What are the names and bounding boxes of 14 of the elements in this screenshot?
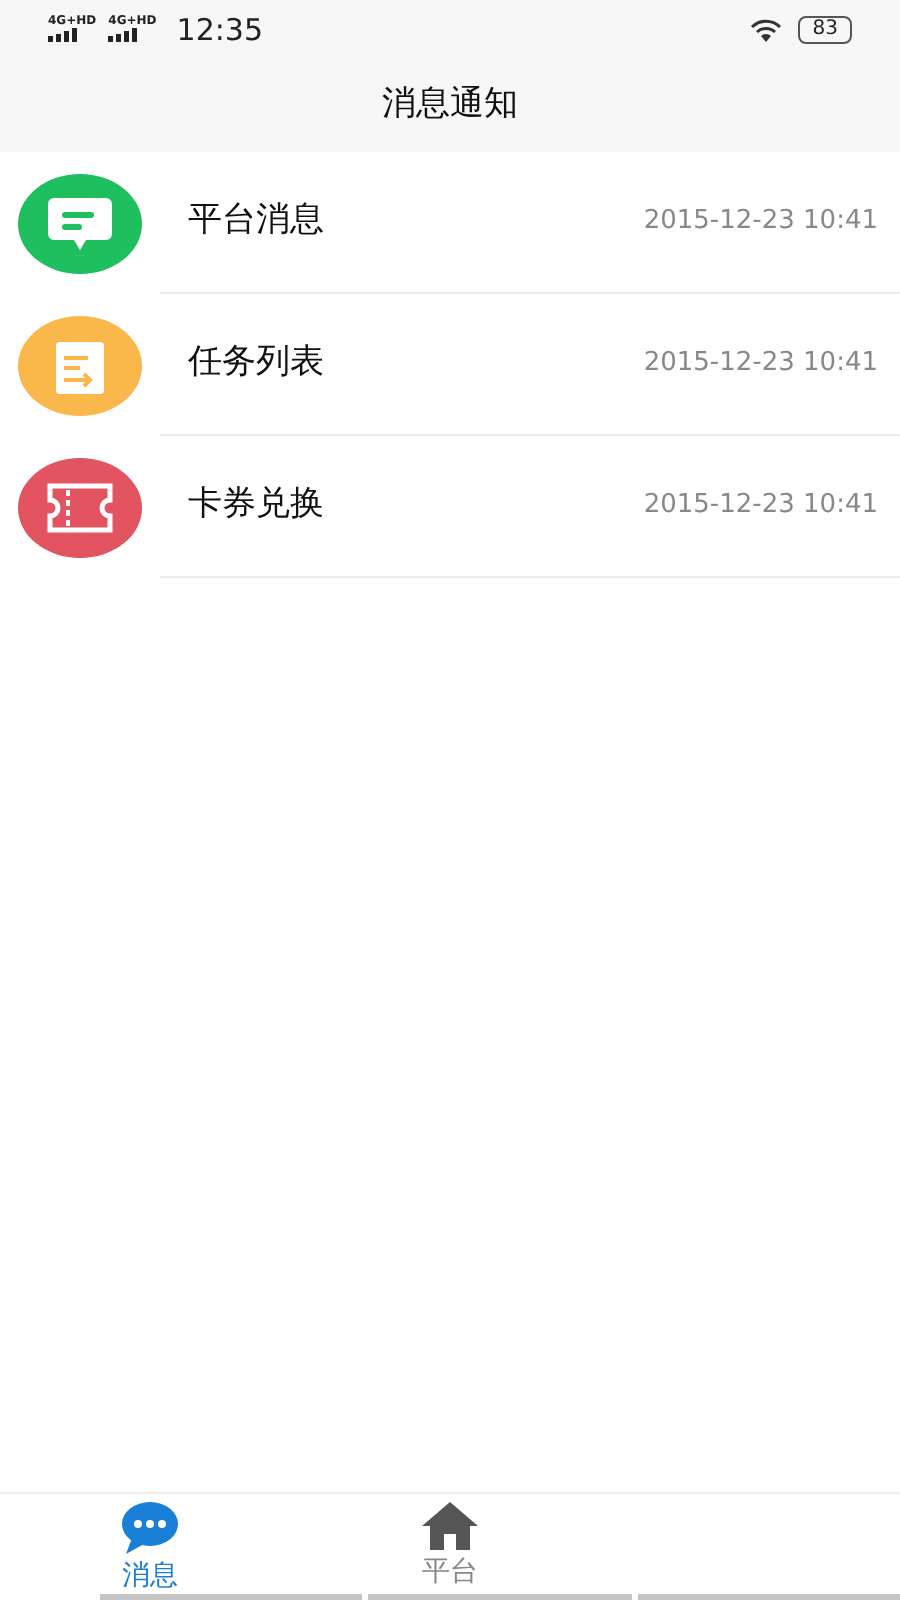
- chat-bubble-icon: [120, 1500, 180, 1556]
- battery-indicator: 83: [798, 16, 852, 44]
- item-time: 2015-12-23 10:41: [643, 488, 878, 525]
- page-title: 消息通知: [380, 82, 520, 128]
- item-title: 卡券兑换: [188, 482, 324, 529]
- home-icon: [420, 1500, 480, 1552]
- wifi-icon: [750, 18, 783, 42]
- item-time: 2015-12-23 10:41: [643, 346, 878, 383]
- item-title: 任务列表: [188, 340, 324, 387]
- item-time: 2015-12-23 10:41: [643, 204, 878, 241]
- tab[interactable]: 平台: [300, 1494, 600, 1600]
- tab[interactable]: 消息: [0, 1494, 300, 1600]
- item-title: 平台消息: [188, 198, 324, 245]
- clock-time: 12:35: [176, 9, 264, 52]
